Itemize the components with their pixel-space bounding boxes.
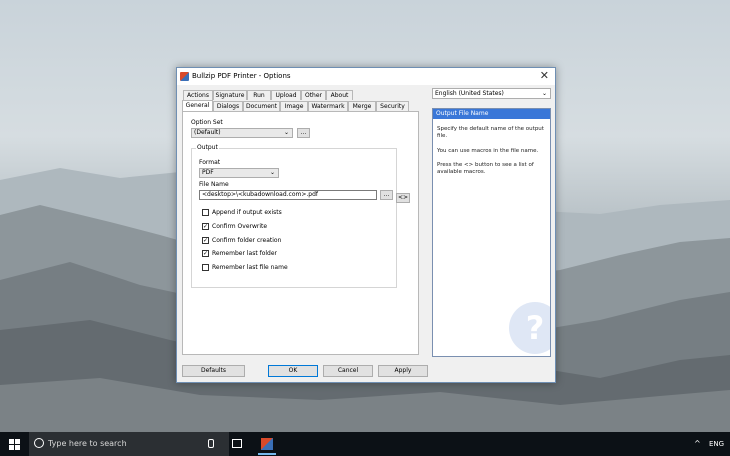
format-select[interactable]: PDF ⌄ [199,168,279,178]
confirm-folder-creation-label: Confirm folder creation [212,237,282,244]
language-select[interactable]: English (United States) ⌄ [432,88,551,99]
tab-general[interactable]: General [182,100,213,111]
tab-document[interactable]: Document [243,101,280,111]
remember-last-file-name-label: Remember last file name [212,264,288,271]
tab-merge[interactable]: Merge [348,101,376,111]
defaults-button[interactable]: Defaults [182,365,245,377]
option-set-label: Option Set [191,119,223,126]
tab-dialogs[interactable]: Dialogs [213,101,243,111]
input-language-indicator[interactable]: ENG [709,440,724,448]
format-value: PDF [202,169,214,176]
taskbar-bullzip-app[interactable] [258,435,276,455]
output-group: Output Format PDF ⌄ File Name <desktop>\… [191,144,397,288]
cancel-button[interactable]: Cancel [323,365,373,377]
window-title: Bullzip PDF Printer - Options [192,72,291,80]
general-tab-panel: Option Set (Default) ⌄ ... Output Format… [182,111,419,355]
show-hidden-icons-chevron-icon[interactable]: ^ [694,439,701,448]
help-header: Output File Name [433,109,550,119]
tab-upload[interactable]: Upload [271,90,301,100]
confirm-folder-creation-checkbox[interactable]: ✓ [202,237,209,244]
close-icon[interactable]: ✕ [540,69,549,82]
append-label: Append if output exists [212,209,282,216]
taskbar: Type here to search ^ ENG [0,432,730,456]
file-name-input[interactable]: <desktop>\<kubadownload.com>.pdf [199,190,377,200]
help-watermark-icon: ? [509,302,550,354]
help-paragraph: Press the <> button to see a list of ava… [437,162,534,175]
append-checkbox[interactable] [202,209,209,216]
active-app-indicator [258,453,276,455]
bullzip-app-icon [261,438,273,450]
macro-button[interactable]: <> [396,193,410,203]
tab-about[interactable]: About [326,90,353,100]
tab-run[interactable]: Run [247,90,271,100]
search-placeholder: Type here to search [48,439,127,448]
bullzip-app-icon [180,72,189,81]
windows-start-icon[interactable] [9,439,20,450]
cortana-icon [34,438,44,448]
tab-actions[interactable]: Actions [183,90,213,100]
tab-signature[interactable]: Signature [213,90,247,100]
microphone-icon[interactable] [208,439,214,448]
options-window: Bullzip PDF Printer - Options ✕ Actions … [176,67,556,383]
confirm-overwrite-checkbox[interactable]: ✓ [202,223,209,230]
tab-watermark[interactable]: Watermark [308,101,348,111]
output-group-label: Output [196,144,219,151]
remember-last-folder-label: Remember last folder [212,250,277,257]
option-set-value: (Default) [194,129,221,136]
chevron-down-icon: ⌄ [541,90,547,97]
help-panel: Output File Name Specify the default nam… [432,108,551,357]
chevron-down-icon: ⌄ [269,169,275,176]
confirm-overwrite-label: Confirm Overwrite [212,223,268,230]
language-value: English (United States) [435,90,504,97]
file-name-browse-button[interactable]: ... [380,190,393,200]
file-name-label: File Name [199,181,229,188]
taskbar-search-box[interactable]: Type here to search [29,432,229,456]
tab-other[interactable]: Other [301,90,326,100]
remember-last-folder-checkbox[interactable]: ✓ [202,250,209,257]
apply-button[interactable]: Apply [378,365,428,377]
help-paragraph: Specify the default name of the output f… [437,126,544,139]
help-paragraph: You can use macros in the file name. [437,148,539,154]
task-view-icon[interactable] [232,439,242,448]
remember-last-file-name-checkbox[interactable] [202,264,209,271]
ok-button[interactable]: OK [268,365,318,377]
format-label: Format [199,159,221,166]
chevron-down-icon: ⌄ [283,129,289,136]
option-set-browse-button[interactable]: ... [297,128,310,138]
tab-security[interactable]: Security [376,101,409,111]
option-set-select[interactable]: (Default) ⌄ [191,128,293,138]
title-bar: Bullzip PDF Printer - Options ✕ [177,68,555,85]
tab-image[interactable]: Image [280,101,308,111]
